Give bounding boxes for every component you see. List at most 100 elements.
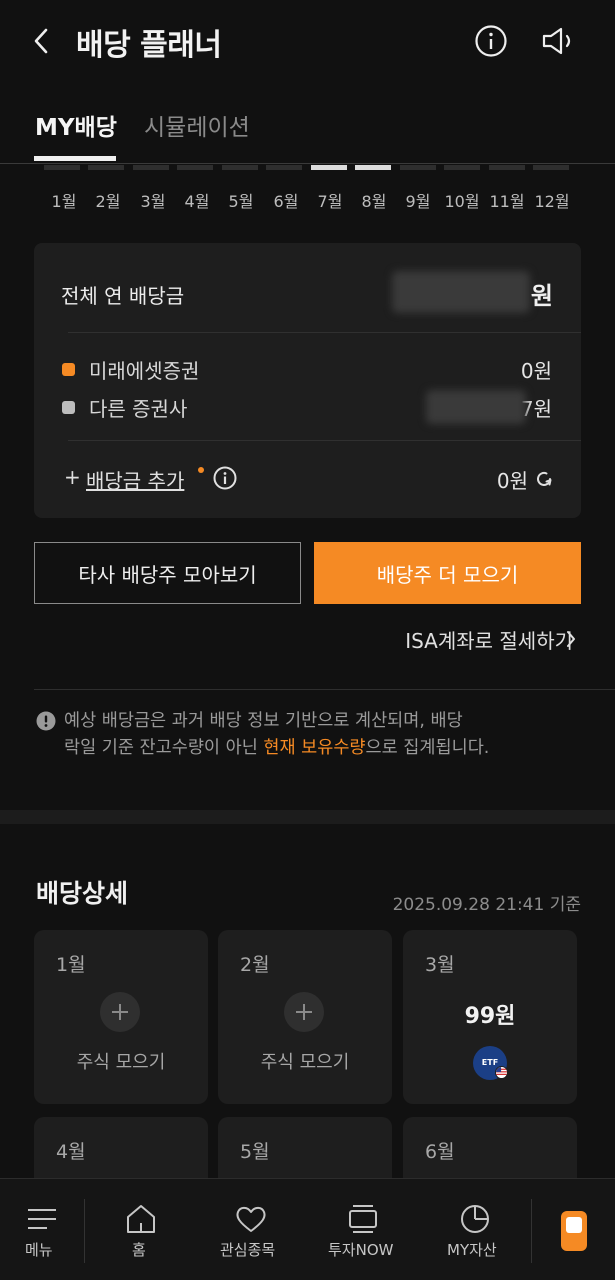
legend-dot-orange (62, 363, 75, 376)
month-card-label: 5월 (240, 1141, 270, 1163)
month-bar (177, 165, 213, 170)
section-separator (0, 810, 615, 824)
month-labels: 1월 2월 3월 4월 5월 6월 7월 8월 9월 10월 11월 12월 (44, 188, 576, 212)
app-shortcut-icon[interactable] (561, 1211, 587, 1251)
notice-text: 으로 집계됩니다. (365, 738, 490, 758)
collect-more-dividend-stocks-button[interactable]: 배당주 더 모으기 (314, 542, 581, 604)
app-header: 배당 플래너 (0, 0, 615, 84)
bottom-navigation: 메뉴 홈 관심종목 투자NOW MY자산 (0, 1178, 615, 1280)
added-dividend-value: 0원 (496, 469, 528, 493)
month-bar (489, 165, 525, 170)
nav-watchlist[interactable]: 관심종목 (212, 1179, 294, 1280)
month-bar (533, 165, 569, 170)
broker-row-mirae: 미래에셋증권 0원 (62, 355, 552, 383)
nav-my-assets[interactable]: MY자산 (444, 1179, 508, 1280)
plus-circle-icon (284, 992, 324, 1032)
nav-label: MY자산 (447, 1241, 497, 1259)
home-icon (127, 1205, 155, 1233)
month-bar (311, 165, 347, 170)
masked-amount (426, 390, 526, 424)
dividend-summary-card: 전체 연 배당금 원 미래에셋증권 0원 다른 증권사 7원 + 배당금 추가 … (34, 243, 581, 518)
divider (68, 332, 581, 333)
nav-label: 투자NOW (328, 1241, 394, 1259)
back-arrow-icon[interactable] (28, 26, 56, 56)
plus-circle-icon (100, 992, 140, 1032)
month-label: 1월 (51, 192, 77, 211)
annual-dividend-label: 전체 연 배당금 (61, 284, 185, 308)
view-other-broker-stocks-button[interactable]: 타사 배당주 모아보기 (34, 542, 301, 604)
month-card-march[interactable]: 3월 99원 ETF (403, 930, 577, 1104)
section-title: 배당상세 (36, 879, 129, 908)
month-label: 4월 (184, 192, 210, 211)
month-bar (355, 165, 391, 170)
month-label: 11월 (489, 192, 525, 211)
month-bar (44, 165, 80, 170)
divider (68, 440, 581, 441)
month-label: 10월 (444, 192, 480, 211)
month-card-label: 6월 (425, 1141, 455, 1163)
pie-chart-icon (461, 1205, 489, 1233)
menu-icon (28, 1209, 56, 1229)
warning-icon (36, 711, 56, 731)
heart-icon (236, 1206, 266, 1232)
nav-label: 메뉴 (25, 1241, 53, 1259)
month-label: 6월 (273, 192, 299, 211)
info-icon[interactable] (212, 465, 238, 491)
new-indicator-dot (198, 467, 204, 473)
add-dividend-row: + 배당금 추가 0원 (64, 465, 554, 495)
month-label: 8월 (361, 192, 387, 211)
month-label: 9월 (405, 192, 431, 211)
isa-tax-saving-link[interactable]: ISA계좌로 절세하기 (405, 625, 573, 654)
tab-simulation[interactable]: 시뮬레이션 (144, 108, 250, 142)
updated-timestamp: 2025.09.28 21:41 기준 (392, 895, 581, 915)
chevron-right-icon[interactable] (565, 629, 577, 649)
add-dividend-link[interactable]: 배당금 추가 (86, 465, 184, 494)
nav-divider (84, 1199, 85, 1263)
notice-text-line2: 락일 기준 잔고수량이 아닌 현재 보유수량으로 집계됩니다. (64, 735, 584, 762)
broker-label: 다른 증권사 (89, 397, 188, 421)
collect-stocks-label: 주식 모으기 (76, 1052, 166, 1073)
cards-stack-icon (349, 1205, 377, 1233)
month-card-label: 3월 (425, 954, 455, 976)
month-label: 3월 (140, 192, 166, 211)
month-label: 2월 (95, 192, 121, 211)
speaker-icon[interactable] (540, 24, 578, 58)
month-bar (444, 165, 480, 170)
nav-menu[interactable]: 메뉴 (0, 1179, 84, 1280)
tab-my-dividend[interactable]: MY배당 (35, 108, 117, 142)
divider (34, 689, 615, 690)
month-card-label: 1월 (56, 954, 86, 976)
tab-active-indicator (34, 156, 116, 161)
nav-invest-now[interactable]: 투자NOW (322, 1179, 406, 1280)
nav-label: 관심종목 (220, 1241, 276, 1259)
nav-home[interactable]: 홈 (110, 1179, 172, 1280)
notice-text: 락일 기준 잔고수량이 아닌 (64, 738, 264, 758)
month-label: 7월 (317, 192, 343, 211)
month-dividend-amount: 99원 (464, 1004, 516, 1029)
month-card-january[interactable]: 1월 주식 모으기 (34, 930, 208, 1104)
nav-label: 홈 (132, 1241, 146, 1259)
month-card-label: 2월 (240, 954, 270, 976)
page-title: 배당 플래너 (76, 28, 222, 63)
broker-label: 미래에셋증권 (89, 359, 200, 383)
month-bar (266, 165, 302, 170)
annual-dividend-suffix: 원 (530, 282, 553, 310)
refresh-icon[interactable] (534, 469, 554, 489)
month-card-february[interactable]: 2월 주식 모으기 (218, 930, 392, 1104)
nav-divider (531, 1199, 532, 1263)
collect-stocks-label: 주식 모으기 (260, 1052, 350, 1073)
tab-bar: MY배당 시뮬레이션 (0, 96, 615, 164)
month-card-label: 4월 (56, 1141, 86, 1163)
month-label: 12월 (534, 192, 570, 211)
month-label: 5월 (228, 192, 254, 211)
notice-text-line1: 예상 배당금은 과거 배당 정보 기반으로 계산되며, 배당 (64, 711, 463, 731)
masked-amount (392, 271, 530, 313)
month-bar (88, 165, 124, 170)
month-bar (222, 165, 258, 170)
info-icon[interactable] (474, 24, 508, 58)
plus-icon: + (64, 465, 81, 489)
monthly-bar-chart (44, 165, 574, 170)
broker-value: 0원 (520, 359, 552, 383)
us-flag-icon (495, 1066, 508, 1079)
month-bar (133, 165, 169, 170)
